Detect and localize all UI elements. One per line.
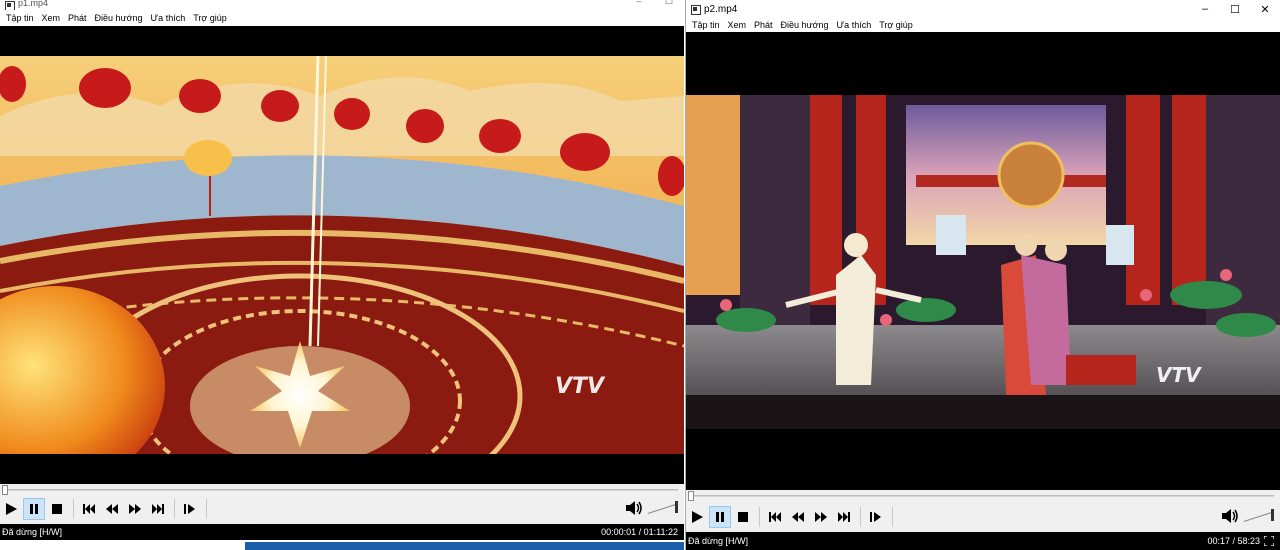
rewind-button[interactable] <box>787 506 809 528</box>
menu-help[interactable]: Trợ giúp <box>875 20 917 30</box>
toolbar-separator <box>860 507 861 527</box>
player-window-left: p1.mp4 – ☐ Tập tin Xem Phát Điều hướng Ư… <box>0 0 684 550</box>
previous-button[interactable] <box>78 498 100 520</box>
frame-step-icon <box>184 504 195 514</box>
menu-favorites[interactable]: Ưa thích <box>147 13 190 23</box>
menu-navigate[interactable]: Điều hướng <box>91 13 147 23</box>
next-button[interactable] <box>147 498 169 520</box>
close-button[interactable]: ✕ <box>1250 0 1280 18</box>
skip-next-icon <box>838 512 850 522</box>
menu-navigate[interactable]: Điều hướng <box>777 20 833 30</box>
rewind-icon <box>792 512 804 522</box>
minimize-button[interactable]: – <box>624 0 654 6</box>
stop-icon <box>738 512 748 522</box>
menu-view[interactable]: Xem <box>38 13 65 23</box>
play-button[interactable] <box>0 498 22 520</box>
menu-play[interactable]: Phát <box>64 13 91 23</box>
volume-slider[interactable] <box>1244 506 1274 526</box>
toolbar-separator <box>174 499 175 519</box>
window-title: p1.mp4 <box>18 0 49 8</box>
fast-forward-icon <box>129 504 141 514</box>
menu-help[interactable]: Trợ giúp <box>189 13 231 23</box>
volume-handle[interactable] <box>675 501 678 513</box>
menu-play[interactable]: Phát <box>750 20 777 30</box>
taskbar-active-item[interactable] <box>245 542 684 550</box>
video-area[interactable]: VTV <box>686 32 1280 490</box>
title-bar[interactable]: p1.mp4 – ☐ <box>0 0 684 10</box>
taskbar-strip <box>0 540 684 550</box>
title-bar[interactable]: p2.mp4 – ☐ ✕ <box>686 0 1280 18</box>
window-title: p2.mp4 <box>704 3 738 15</box>
frame-step-icon <box>870 512 881 522</box>
stop-button[interactable] <box>46 498 68 520</box>
volume-control <box>624 498 678 518</box>
play-icon <box>692 511 703 523</box>
volume-control <box>1220 506 1274 526</box>
video-frame: VTV <box>0 56 684 454</box>
player-window-right: p2.mp4 – ☐ ✕ Tập tin Xem Phát Điều hướng… <box>685 0 1280 550</box>
toolbar-separator <box>759 507 760 527</box>
skip-previous-icon <box>769 512 781 522</box>
toolbar-separator <box>73 499 74 519</box>
maximize-button[interactable]: ☐ <box>1220 0 1250 18</box>
pause-button[interactable] <box>23 498 45 520</box>
rewind-button[interactable] <box>101 498 123 520</box>
video-frame: VTV <box>686 95 1280 429</box>
playback-controls <box>686 504 1280 530</box>
app-icon <box>4 0 15 10</box>
playback-controls <box>0 496 684 522</box>
seek-track[interactable] <box>4 489 678 491</box>
status-bar: Đã dừng [H/W] 00:17 / 58:23 <box>686 532 1280 550</box>
seek-track[interactable] <box>690 495 1274 497</box>
seek-bar[interactable] <box>686 490 1280 502</box>
menu-bar: Tập tin Xem Phát Điều hướng Ưa thích Trợ… <box>686 18 1280 32</box>
menu-view[interactable]: Xem <box>724 20 751 30</box>
frame-step-button[interactable] <box>865 506 887 528</box>
seek-handle[interactable] <box>2 485 8 495</box>
status-bar: Đã dừng [H/W] 00:00:01 / 01:11:22 <box>0 524 684 540</box>
toolbar-separator <box>892 507 893 527</box>
play-button[interactable] <box>686 506 708 528</box>
next-button[interactable] <box>833 506 855 528</box>
previous-button[interactable] <box>764 506 786 528</box>
forward-button[interactable] <box>810 506 832 528</box>
playback-status: Đã dừng [H/W] <box>688 536 749 546</box>
menu-file[interactable]: Tập tin <box>2 13 38 23</box>
forward-button[interactable] <box>124 498 146 520</box>
volume-slider[interactable] <box>648 498 678 518</box>
stop-icon <box>52 504 62 514</box>
speaker-icon[interactable] <box>1220 507 1240 525</box>
menu-favorites[interactable]: Ưa thích <box>833 20 876 30</box>
menu-file[interactable]: Tập tin <box>688 20 724 30</box>
fullscreen-icon[interactable] <box>1264 536 1274 546</box>
frame-step-button[interactable] <box>179 498 201 520</box>
pause-icon <box>716 512 724 522</box>
rewind-icon <box>106 504 118 514</box>
video-area[interactable]: VTV <box>0 26 684 484</box>
stop-button[interactable] <box>732 506 754 528</box>
time-display: 00:00:01 / 01:11:22 <box>601 527 678 537</box>
maximize-button[interactable]: ☐ <box>654 0 684 6</box>
pause-button[interactable] <box>709 506 731 528</box>
menu-bar: Tập tin Xem Phát Điều hướng Ưa thích Trợ… <box>0 10 684 26</box>
fast-forward-icon <box>815 512 827 522</box>
channel-watermark: VTV <box>555 374 605 399</box>
seek-bar[interactable] <box>0 484 684 496</box>
pause-icon <box>30 504 38 514</box>
minimize-button[interactable]: – <box>1190 0 1220 18</box>
play-icon <box>6 503 17 515</box>
speaker-icon[interactable] <box>624 499 644 517</box>
skip-next-icon <box>152 504 164 514</box>
time-display: 00:17 / 58:23 <box>1207 536 1260 546</box>
seek-handle[interactable] <box>688 491 694 501</box>
volume-handle[interactable] <box>1271 509 1274 521</box>
toolbar-separator <box>206 499 207 519</box>
app-icon <box>690 4 701 15</box>
playback-status: Đã dừng [H/W] <box>2 527 63 537</box>
skip-previous-icon <box>83 504 95 514</box>
channel-watermark: VTV <box>1156 363 1201 387</box>
